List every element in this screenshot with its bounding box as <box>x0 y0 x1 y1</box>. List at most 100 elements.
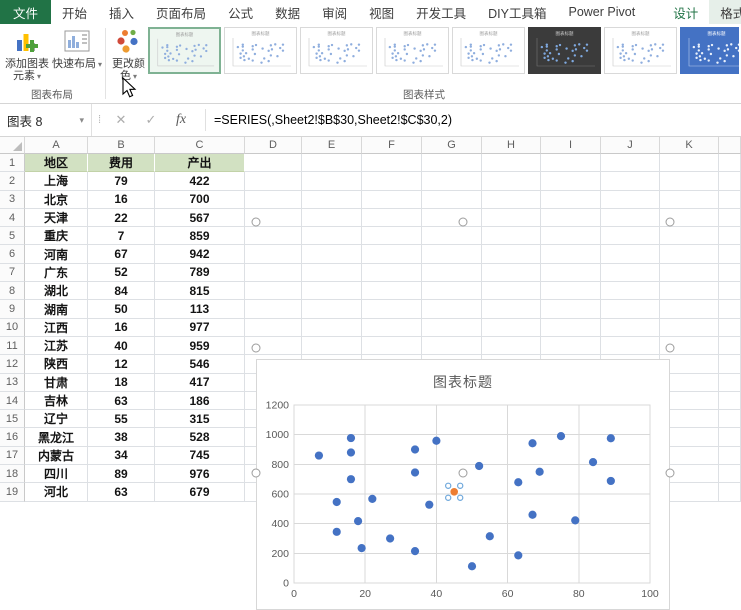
cell[interactable] <box>302 245 362 263</box>
data-point[interactable] <box>468 562 476 570</box>
cell[interactable] <box>660 227 719 245</box>
cell[interactable] <box>601 154 660 172</box>
cell[interactable] <box>601 245 660 263</box>
row-header-13[interactable]: 13 <box>0 374 25 392</box>
cell[interactable]: 679 <box>155 483 245 501</box>
data-point[interactable] <box>347 475 355 483</box>
cell[interactable] <box>422 227 482 245</box>
cell[interactable]: 700 <box>155 191 245 209</box>
tab-power-pivot[interactable]: Power Pivot <box>557 0 646 24</box>
row-header-3[interactable]: 3 <box>0 191 25 209</box>
cell[interactable] <box>362 319 422 337</box>
cell[interactable] <box>541 337 601 355</box>
cell[interactable]: 16 <box>88 191 155 209</box>
cell[interactable]: 北京 <box>25 191 88 209</box>
cell[interactable] <box>719 264 741 282</box>
cell[interactable] <box>482 337 541 355</box>
column-header-J[interactable]: J <box>601 137 660 154</box>
cell[interactable] <box>719 374 741 392</box>
quick-layout-button[interactable]: 快速布局▾ <box>52 26 102 71</box>
cell[interactable] <box>245 282 302 300</box>
cell[interactable] <box>660 191 719 209</box>
cell[interactable]: 22 <box>88 209 155 227</box>
cell[interactable] <box>302 319 362 337</box>
tab-data[interactable]: 数据 <box>264 0 311 24</box>
cell[interactable]: 976 <box>155 465 245 483</box>
data-point[interactable] <box>514 478 522 486</box>
data-point[interactable] <box>358 544 366 552</box>
cell[interactable]: 959 <box>155 337 245 355</box>
data-point[interactable] <box>475 462 483 470</box>
chart-selection-handle[interactable] <box>459 218 468 227</box>
cell[interactable]: 重庆 <box>25 227 88 245</box>
column-header-I[interactable]: I <box>541 137 601 154</box>
tab-page-layout[interactable]: 页面布局 <box>145 0 217 24</box>
tab-chart-format[interactable]: 格式 <box>709 0 741 24</box>
data-point[interactable] <box>589 458 597 466</box>
cell[interactable] <box>541 191 601 209</box>
cell[interactable] <box>719 227 741 245</box>
column-header-D[interactable]: D <box>245 137 302 154</box>
cell[interactable] <box>422 337 482 355</box>
cell[interactable] <box>719 245 741 263</box>
cell[interactable] <box>302 154 362 172</box>
cell[interactable] <box>719 154 741 172</box>
column-header-F[interactable]: F <box>362 137 422 154</box>
cell[interactable]: 84 <box>88 282 155 300</box>
cell[interactable] <box>245 300 302 318</box>
chart-style-thumbnail-style-3[interactable]: 图表标题 <box>300 27 373 74</box>
cell[interactable] <box>660 282 719 300</box>
cell[interactable] <box>719 465 741 483</box>
row-header-15[interactable]: 15 <box>0 410 25 428</box>
data-point[interactable] <box>607 477 615 485</box>
cell[interactable]: 河南 <box>25 245 88 263</box>
cell[interactable] <box>245 264 302 282</box>
cell[interactable] <box>362 227 422 245</box>
cell[interactable] <box>362 191 422 209</box>
chart-selection-handle[interactable] <box>252 218 261 227</box>
select-all-corner[interactable] <box>0 137 25 154</box>
cell[interactable] <box>482 264 541 282</box>
data-point[interactable] <box>347 448 355 456</box>
cell[interactable]: 江苏 <box>25 337 88 355</box>
cell[interactable] <box>302 282 362 300</box>
cell[interactable] <box>601 172 660 190</box>
cell[interactable] <box>422 300 482 318</box>
chart-style-thumbnail-style-4[interactable]: 图表标题 <box>376 27 449 74</box>
cell[interactable] <box>719 355 741 373</box>
cell[interactable]: 34 <box>88 447 155 465</box>
column-header-E[interactable]: E <box>302 137 362 154</box>
cell[interactable] <box>719 337 741 355</box>
cell[interactable] <box>422 172 482 190</box>
cell[interactable]: 产出 <box>155 154 245 172</box>
cell[interactable] <box>719 410 741 428</box>
cell[interactable]: 546 <box>155 355 245 373</box>
data-point[interactable] <box>536 468 544 476</box>
cell[interactable]: 186 <box>155 392 245 410</box>
tab-formulas[interactable]: 公式 <box>217 0 264 24</box>
cell[interactable]: 55 <box>88 410 155 428</box>
cell[interactable]: 费用 <box>88 154 155 172</box>
cell[interactable] <box>482 245 541 263</box>
cell[interactable]: 陕西 <box>25 355 88 373</box>
cell[interactable] <box>601 264 660 282</box>
cell[interactable]: 38 <box>88 428 155 446</box>
data-point[interactable] <box>411 445 419 453</box>
cell[interactable]: 12 <box>88 355 155 373</box>
data-point[interactable] <box>354 517 362 525</box>
row-header-5[interactable]: 5 <box>0 227 25 245</box>
cell[interactable] <box>245 227 302 245</box>
cell[interactable] <box>422 282 482 300</box>
cell[interactable] <box>719 319 741 337</box>
cell[interactable] <box>422 154 482 172</box>
cell[interactable] <box>719 300 741 318</box>
cell[interactable] <box>601 337 660 355</box>
cell[interactable] <box>660 245 719 263</box>
cell[interactable] <box>482 191 541 209</box>
cell[interactable] <box>601 300 660 318</box>
data-point[interactable] <box>315 451 323 459</box>
cancel-button[interactable]: ✕ <box>106 104 136 136</box>
add-chart-element-button[interactable]: 添加图表元素▾ <box>2 26 52 83</box>
name-box-dropdown-icon[interactable]: ▾ <box>79 115 84 126</box>
row-header-4[interactable]: 4 <box>0 209 25 227</box>
